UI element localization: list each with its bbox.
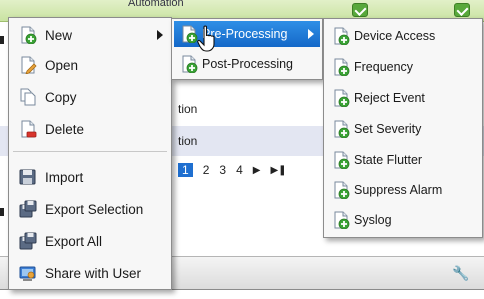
new-document-icon [180, 25, 198, 43]
menu-item-label: Export All [45, 233, 103, 249]
background-header-text: Automation [128, 0, 184, 9]
menu-item-label: State Flutter [354, 153, 423, 167]
delete-document-icon [19, 120, 37, 138]
menu-item-label: Reject Event [354, 91, 425, 105]
new-document-icon [332, 27, 350, 45]
menu-item-pre-processing[interactable]: Pre-Processing [174, 21, 320, 47]
menu-item-label: Share with User [45, 265, 142, 281]
checkmark-icon [454, 3, 470, 17]
menu-item-label: Suppress Alarm [354, 183, 443, 197]
share-user-icon [19, 266, 36, 281]
menu-item-new[interactable]: New [11, 22, 169, 48]
new-submenu: Pre-Processing Post-Processing [171, 18, 323, 80]
wrench-icon[interactable]: 🔧 [452, 265, 469, 282]
export-selection-icon [19, 200, 37, 218]
last-page-icon[interactable]: ▶❚ [270, 165, 286, 176]
new-document-icon [332, 89, 350, 107]
pre-processing-submenu: Device Access Frequency Reject Event Set… [323, 18, 483, 238]
page-4-link[interactable]: 4 [236, 163, 243, 177]
open-document-icon [19, 56, 37, 74]
new-document-icon [332, 58, 350, 76]
menu-item-frequency[interactable]: Frequency [326, 54, 480, 80]
copy-document-icon [20, 88, 36, 106]
page-2-link[interactable]: 2 [203, 163, 210, 177]
menu-item-label: Copy [45, 89, 77, 105]
menu-item-export-selection[interactable]: Export Selection [11, 196, 169, 222]
menu-item-import[interactable]: Import [11, 164, 169, 190]
export-all-icon [19, 232, 37, 250]
menu-item-label: Import [45, 169, 84, 185]
menu-item-label: Syslog [354, 213, 392, 227]
menu-item-label: Post-Processing [202, 57, 294, 71]
menu-item-open[interactable]: Open [11, 52, 169, 78]
menu-item-label: Set Severity [354, 122, 422, 136]
menu-item-suppress-alarm[interactable]: Suppress Alarm [326, 177, 480, 203]
import-icon [19, 169, 36, 185]
menu-item-export-all[interactable]: Export All [11, 228, 169, 254]
new-document-icon [332, 211, 350, 229]
menu-separator [13, 151, 167, 152]
table-cell: tion [178, 102, 198, 116]
page-3-link[interactable]: 3 [219, 163, 226, 177]
menu-item-label: New [45, 27, 73, 43]
menu-item-share-with-user[interactable]: Share with User [11, 260, 169, 286]
menu-item-set-severity[interactable]: Set Severity [326, 116, 480, 142]
submenu-arrow-icon [308, 29, 314, 39]
table-cell: tion [178, 134, 198, 148]
new-document-icon [332, 151, 350, 169]
hand-cursor-icon [197, 25, 215, 52]
new-document-icon [19, 26, 37, 44]
new-document-icon [332, 181, 350, 199]
menu-item-label: Device Access [354, 29, 436, 43]
menu-item-copy[interactable]: Copy [11, 84, 169, 110]
background-fragment [0, 36, 4, 44]
checkmark-icon [352, 3, 368, 17]
menu-item-label: Frequency [354, 60, 414, 74]
menu-item-state-flutter[interactable]: State Flutter [326, 147, 480, 173]
page-1-link[interactable]: 1 [178, 163, 193, 177]
menu-item-label: Open [45, 57, 79, 73]
menu-item-delete[interactable]: Delete [11, 116, 169, 142]
menu-item-device-access[interactable]: Device Access [326, 23, 480, 49]
background-fragment [0, 208, 4, 216]
menu-item-label: Export Selection [45, 201, 144, 217]
submenu-arrow-icon [157, 30, 163, 40]
menu-item-syslog[interactable]: Syslog [326, 207, 480, 233]
next-page-icon[interactable]: ▶ [253, 165, 261, 176]
menu-item-label: Delete [45, 121, 85, 137]
new-document-icon [180, 55, 198, 73]
menu-item-post-processing[interactable]: Post-Processing [174, 51, 320, 77]
new-document-icon [332, 120, 350, 138]
pagination: 1 2 3 4 ▶ ▶❚ [178, 163, 287, 177]
context-menu: New Open Copy Delete Import Export Selec… [8, 17, 172, 290]
menu-item-reject-event[interactable]: Reject Event [326, 85, 480, 111]
